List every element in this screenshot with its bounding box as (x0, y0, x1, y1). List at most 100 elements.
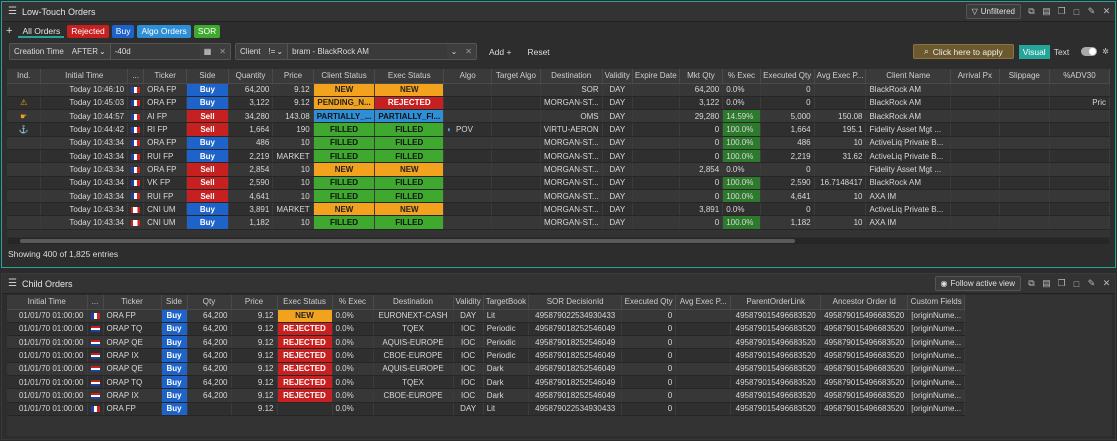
column-header[interactable]: Executed Qty (760, 69, 815, 84)
maximize-icon[interactable]: □ (1070, 277, 1083, 290)
column-header[interactable]: % Exec (332, 295, 374, 310)
column-header[interactable]: Initial Time (7, 295, 88, 310)
creation-time-filter[interactable]: Creation Time AFTER ⌄ -40d ▦ ✕ (9, 43, 231, 60)
column-header[interactable]: Client Name (865, 69, 951, 84)
scrollbar-thumb[interactable] (20, 239, 795, 243)
column-header[interactable]: Slippage (999, 69, 1050, 84)
column-header[interactable]: %ADV30 (1049, 69, 1110, 84)
restore-icon[interactable]: ❐ (1055, 5, 1068, 18)
column-header[interactable]: Avg Exec P... (814, 69, 867, 84)
column-header[interactable]: Initial Time (40, 69, 129, 84)
table-row[interactable]: Today 10:43:34 ORA FP Sell 2,854 10 NEW NEW MOR… (7, 162, 1110, 177)
pin-icon[interactable]: ✎ (1085, 5, 1098, 18)
table-row[interactable]: 01/01/70 01:00:00 ORA FP Buy 9.12 0.0% DAY Lit… (7, 402, 966, 416)
tab-all-orders[interactable]: All Orders (18, 25, 65, 38)
chevron-down-icon[interactable]: ⌄ (447, 47, 462, 56)
creation-time-operator[interactable]: AFTER (68, 47, 98, 56)
table-row[interactable]: 01/01/70 01:00:00 ORAP IX Buy 64,200 9.12 REJ… (7, 348, 966, 363)
table-row[interactable]: 01/01/70 01:00:00 ORA FP Buy 64,200 9.12 NEW 0… (7, 309, 966, 323)
tab-algo-orders[interactable]: Algo Orders (137, 24, 191, 38)
visual-mode-button[interactable]: Visual (1018, 44, 1050, 59)
export-icon[interactable]: ⧉ (1025, 277, 1038, 290)
column-header[interactable]: Mkt Qty (679, 69, 724, 84)
cell-avg (675, 335, 732, 350)
close-icon[interactable]: ✕ (1100, 5, 1113, 18)
client-operator[interactable]: != (264, 47, 275, 56)
column-header[interactable]: Qty (187, 295, 232, 310)
column-header[interactable]: Expire Date (632, 69, 680, 84)
unfiltered-button[interactable]: ▽ Unfiltered (965, 4, 1021, 19)
column-header[interactable]: ... (87, 295, 104, 310)
column-header[interactable]: Target Algo (491, 69, 541, 84)
restore-icon[interactable]: ❐ (1055, 277, 1068, 290)
column-header[interactable]: Side (186, 69, 229, 84)
tab-sor[interactable]: SOR (193, 24, 221, 38)
table-row[interactable]: Today 10:43:34 RUI FP Buy 2,219 MARKET FILLED… (7, 149, 1110, 164)
column-header[interactable]: Client Status (313, 69, 376, 84)
column-header[interactable]: ParentOrderLink (730, 295, 822, 310)
client-value[interactable]: bram - BlackRock AM (287, 44, 447, 59)
layout-icon[interactable]: ▤ (1040, 277, 1053, 290)
column-header[interactable]: Ticker (103, 295, 162, 310)
column-header[interactable]: TargetBook (483, 295, 530, 310)
table-row[interactable]: ☛ Today 10:44:57 AI FP Sell 34,280 143.08 PART… (7, 109, 1110, 124)
table-row[interactable]: Today 10:43:34 CNI UM Buy 1,182 10 FILLED FILL… (7, 215, 1110, 230)
column-header[interactable]: ... (127, 69, 145, 84)
column-header[interactable]: Algo (443, 69, 493, 84)
add-tab-icon[interactable]: + (6, 25, 12, 37)
settings-icon[interactable]: ✲ (1102, 47, 1109, 56)
column-header[interactable]: Ticker (143, 69, 188, 84)
column-header[interactable]: Destination (540, 69, 603, 84)
column-header[interactable]: Arrival Px (950, 69, 1000, 84)
column-header[interactable]: Validity (453, 295, 484, 310)
column-header[interactable]: Quantity (228, 69, 274, 84)
column-header[interactable]: Price (231, 295, 278, 310)
close-icon[interactable]: ✕ (1100, 277, 1113, 290)
calendar-icon[interactable]: ▦ (200, 47, 216, 56)
column-header[interactable]: Price (272, 69, 314, 84)
table-row[interactable]: 01/01/70 01:00:00 ORAP QE Buy 64,200 9.12 REJ… (7, 362, 966, 376)
table-row[interactable]: ⚓ Today 10:44:42 RI FP Sell 1,664 190 FILLED FI… (7, 122, 1110, 137)
creation-time-value[interactable]: -40d (109, 44, 200, 59)
column-header[interactable]: Exec Status (374, 69, 445, 84)
pin-icon[interactable]: ✎ (1085, 277, 1098, 290)
table-row[interactable]: Today 10:43:34 CNI UM Buy 3,891 MARKET NEW NEW… (7, 202, 1110, 217)
remove-filter-icon[interactable]: ✕ (215, 47, 230, 56)
column-header[interactable]: Custom Fields (907, 295, 966, 310)
tab-buy[interactable]: Buy (111, 24, 135, 38)
follow-active-view-button[interactable]: ◉ Follow active view (934, 276, 1021, 291)
maximize-icon[interactable]: □ (1070, 5, 1083, 18)
tab-rejected[interactable]: Rejected (67, 24, 109, 38)
table-row[interactable]: Today 10:43:34 ORA FP Buy 486 10 FILLED FILLED… (7, 136, 1110, 150)
column-header[interactable]: % Exec (722, 69, 761, 84)
column-header[interactable]: SOR DecisionId (528, 295, 623, 310)
column-header[interactable]: Ind. (7, 69, 42, 84)
table-row[interactable]: ⚠ Today 10:45:03 ORA FP Buy 3,122 9.12 PENDING… (7, 96, 1110, 111)
add-filter-button[interactable]: Add + (489, 47, 511, 57)
cell-client-status: FILLED (313, 136, 376, 150)
column-header[interactable]: Exec Status (277, 295, 333, 310)
table-row[interactable]: 01/01/70 01:00:00 ORAP TQ Buy 64,200 9.12 REJ… (7, 322, 966, 337)
reset-button[interactable]: Reset (527, 47, 549, 57)
table-row[interactable]: Today 10:43:34 VK FP Sell 2,590 10 FILLED FILL… (7, 176, 1110, 190)
cell-adv (1049, 202, 1110, 217)
table-row[interactable]: 01/01/70 01:00:00 ORAP QE Buy 64,200 9.12 REJ… (7, 335, 966, 350)
column-header[interactable]: Executed Qty (621, 295, 677, 310)
layout-icon[interactable]: ▤ (1040, 5, 1053, 18)
column-header[interactable]: Side (161, 295, 188, 310)
column-header[interactable]: Ancestor Order Id (820, 295, 909, 310)
column-header[interactable]: Validity (602, 69, 633, 84)
apply-filter-button[interactable]: ⌕ Click here to apply (913, 44, 1014, 59)
column-header[interactable]: Avg Exec P... (675, 295, 732, 310)
table-row[interactable]: 01/01/70 01:00:00 ORAP TQ Buy 64,200 9.12 REJ… (7, 375, 966, 390)
toggle-switch[interactable] (1081, 47, 1098, 56)
table-row[interactable]: Today 10:43:34 RUI FP Sell 4,641 10 FILLED FIL… (7, 189, 1110, 204)
column-header[interactable]: Destination (373, 295, 454, 310)
table-row[interactable]: 01/01/70 01:00:00 ORAP IX Buy 64,200 9.12 REJ… (7, 388, 966, 403)
client-filter[interactable]: Client != ⌄ bram - BlackRock AM ⌄ ✕ (235, 43, 477, 60)
table-row[interactable]: Today 10:46:10 ORA FP Buy 64,200 9.12 NEW NEW S… (7, 83, 1110, 97)
remove-filter-icon[interactable]: ✕ (461, 47, 476, 56)
text-mode-button[interactable]: Text (1050, 45, 1074, 59)
horizontal-scrollbar[interactable] (8, 238, 1109, 244)
export-icon[interactable]: ⧉ (1025, 5, 1038, 18)
